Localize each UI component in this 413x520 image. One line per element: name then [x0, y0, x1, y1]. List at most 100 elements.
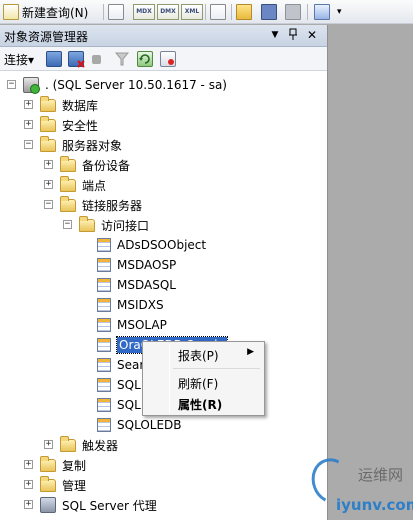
- tree-node-label: 数据库: [62, 98, 99, 113]
- tree-node-triggers[interactable]: + 触发器: [44, 435, 118, 454]
- tree-node-replication[interactable]: + 复制: [24, 455, 86, 474]
- tree-node-provider[interactable]: MSDAOSP: [97, 256, 176, 274]
- print-icon: [285, 4, 301, 20]
- tree-node-security[interactable]: + 安全性: [24, 115, 99, 134]
- provider-icon: [97, 318, 111, 332]
- menu-item-label: 刷新(F): [178, 377, 219, 391]
- provider-icon: [97, 238, 111, 252]
- tree-node-linked-servers[interactable]: − 链接服务器: [44, 195, 142, 214]
- tree-node-provider[interactable]: SQL: [97, 396, 141, 414]
- tree-node-provider[interactable]: ADsDSOObject: [97, 236, 206, 254]
- tree-node-label: ADsDSOObject: [117, 238, 207, 252]
- panel-title: 对象资源管理器: [4, 30, 89, 44]
- folder-icon: [40, 455, 56, 472]
- collapse-icon[interactable]: −: [44, 200, 53, 209]
- window-position-dropdown-icon[interactable]: ▼: [268, 28, 282, 43]
- new-query-button[interactable]: 新建查询(N): [3, 3, 88, 21]
- provider-icon: [97, 418, 111, 432]
- provider-icon: [97, 278, 111, 292]
- print-button[interactable]: [285, 3, 301, 21]
- provider-icon: [97, 358, 111, 372]
- menu-item-refresh[interactable]: 刷新(F): [145, 372, 262, 392]
- tree-node-provider[interactable]: MSIDXS: [97, 296, 164, 314]
- tree-node-provider[interactable]: SQLOLEDB: [97, 416, 182, 434]
- disconnect-icon[interactable]: [68, 51, 85, 68]
- folder-icon: [60, 195, 76, 212]
- toolbar-separator: [103, 4, 104, 20]
- folder-icon: [40, 135, 56, 152]
- dmx-query-button[interactable]: DMX: [157, 3, 179, 21]
- tree-node-label: 管理: [62, 478, 87, 493]
- panel-title-bar: 对象资源管理器 ▼ ✕: [0, 25, 327, 47]
- tree-node-label: 服务器对象: [62, 138, 123, 153]
- tree-node-providers[interactable]: − 访问接口: [63, 215, 149, 234]
- tree-node-label: MSDAOSP: [117, 258, 177, 272]
- tree-node-label: SQL Server 代理: [62, 498, 157, 513]
- expand-icon[interactable]: +: [24, 500, 33, 509]
- connect-dropdown-arrow: ▾: [28, 53, 35, 67]
- xmla-query-icon: XML: [181, 4, 203, 20]
- menu-item-properties[interactable]: 属性(R): [145, 393, 262, 413]
- menu-item-reports[interactable]: 报表(P) ▶: [145, 344, 262, 364]
- tree-node-backup-devices[interactable]: + 备份设备: [44, 155, 131, 174]
- refresh-icon[interactable]: [137, 51, 153, 67]
- auto-hide-pin-icon[interactable]: [286, 28, 300, 43]
- mdx-query-button[interactable]: MDX: [133, 3, 155, 21]
- menu-separator: [173, 368, 260, 369]
- watermark-url: iyunv.com: [336, 496, 413, 514]
- tree-node-provider[interactable]: MSDASQL: [97, 276, 176, 294]
- tree-node-server[interactable]: − . (SQL Server 10.50.1617 - sa): [7, 76, 227, 94]
- collapse-icon[interactable]: −: [63, 220, 72, 229]
- save-button[interactable]: [261, 3, 277, 21]
- tree-node-endpoints[interactable]: + 端点: [44, 175, 107, 194]
- tree-node-label: SQL: [117, 398, 141, 412]
- expand-icon[interactable]: +: [24, 460, 33, 469]
- new-query-icon: [3, 4, 19, 20]
- filter-icon[interactable]: [114, 51, 130, 67]
- toolbar-separator: [307, 4, 308, 20]
- tree-node-provider[interactable]: Sear: [97, 356, 144, 374]
- new-file-button[interactable]: [210, 3, 226, 21]
- open-folder-icon: [236, 4, 252, 20]
- xmla-query-button[interactable]: XML: [181, 3, 203, 21]
- toolbar-overflow-button[interactable]: ▾: [337, 3, 342, 21]
- tree-node-label: . (SQL Server 10.50.1617 - sa): [45, 78, 227, 92]
- activity-monitor-icon: [314, 4, 330, 20]
- menu-item-label: 属性(R): [178, 398, 223, 412]
- context-menu: 报表(P) ▶ 刷新(F) 属性(R): [142, 341, 265, 416]
- open-file-button[interactable]: [236, 3, 252, 21]
- expand-icon[interactable]: +: [44, 180, 53, 189]
- connect-object-explorer-icon[interactable]: [46, 51, 62, 67]
- tree-node-label: 备份设备: [82, 158, 131, 173]
- provider-icon: [97, 378, 111, 392]
- expand-icon[interactable]: +: [24, 120, 33, 129]
- folder-icon: [40, 115, 56, 132]
- tree-node-server-objects[interactable]: − 服务器对象: [24, 135, 123, 154]
- expand-icon[interactable]: +: [24, 480, 33, 489]
- expand-icon[interactable]: +: [24, 100, 33, 109]
- server-connected-icon: [23, 77, 40, 94]
- collapse-icon[interactable]: −: [7, 80, 16, 89]
- expand-icon[interactable]: +: [44, 440, 53, 449]
- tree-node-label: 端点: [82, 178, 107, 193]
- tree-node-management[interactable]: + 管理: [24, 475, 87, 494]
- tree-node-provider[interactable]: MSOLAP: [97, 316, 167, 334]
- main-toolbar: 新建查询(N) MDX DMX XML ▾: [0, 0, 413, 24]
- expand-icon[interactable]: +: [44, 160, 53, 169]
- close-panel-icon[interactable]: ✕: [305, 28, 319, 43]
- tree-node-provider[interactable]: SQL: [97, 376, 141, 394]
- tree-node-databases[interactable]: + 数据库: [24, 95, 99, 114]
- tree-node-label: 安全性: [62, 118, 99, 133]
- database-engine-query-button[interactable]: [108, 3, 124, 21]
- tree-node-label: Sear: [117, 358, 145, 372]
- save-icon: [261, 4, 277, 20]
- activity-monitor-icon[interactable]: [160, 51, 176, 67]
- folder-icon: [79, 215, 95, 232]
- toolbar-separator: [231, 4, 232, 20]
- tree-node-sql-agent[interactable]: + SQL Server 代理: [24, 496, 157, 514]
- activity-monitor-button[interactable]: [314, 3, 330, 21]
- collapse-icon[interactable]: −: [24, 140, 33, 149]
- connect-button[interactable]: 连接▾: [4, 51, 34, 68]
- stop-icon[interactable]: [92, 55, 101, 64]
- submenu-arrow-icon: ▶: [247, 347, 254, 357]
